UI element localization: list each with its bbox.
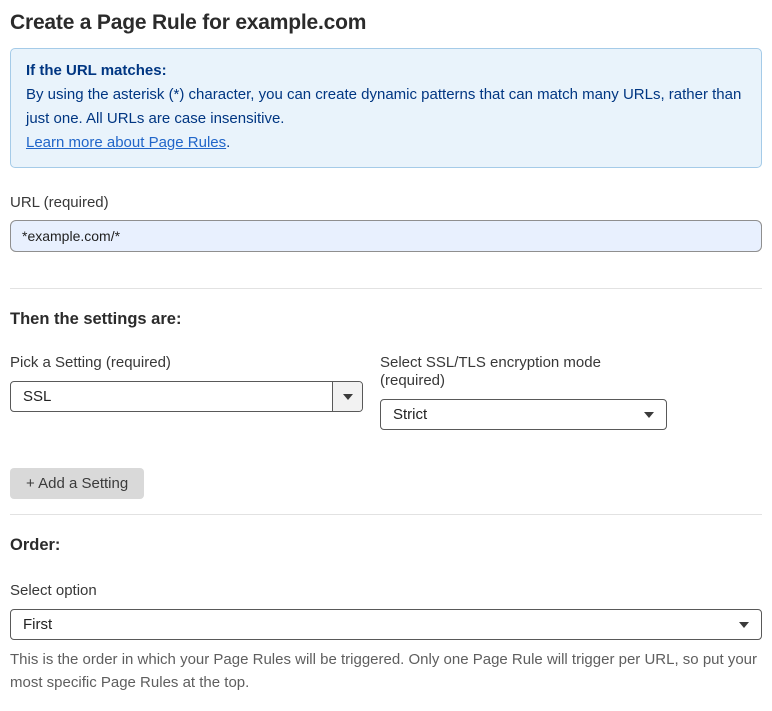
- create-page-rule-page: Create a Page Rule for example.com If th…: [0, 0, 772, 711]
- order-select-value: First: [23, 616, 53, 633]
- add-setting-button[interactable]: + Add a Setting: [10, 468, 145, 499]
- info-box-heading: If the URL matches:: [26, 62, 167, 79]
- order-arrow-area: [727, 610, 761, 639]
- setting-picker-label: Pick a Setting (required): [10, 354, 171, 371]
- setting-picker-column: Pick a Setting (required) SSL: [10, 354, 363, 430]
- ssl-mode-select[interactable]: Strict: [380, 399, 667, 430]
- setting-picker-arrow-box[interactable]: [332, 382, 362, 411]
- info-box-body: By using the asterisk (*) character, you…: [26, 86, 742, 127]
- info-box-link-line: Learn more about Page Rules.: [26, 131, 746, 155]
- setting-picker-select[interactable]: SSL: [10, 381, 363, 412]
- order-select-label: Select option: [10, 582, 97, 599]
- chevron-down-icon: [739, 621, 749, 628]
- url-matches-info-box: If the URL matches: By using the asteris…: [10, 48, 762, 168]
- url-field-label: URL (required): [10, 194, 109, 211]
- order-help-text: This is the order in which your Page Rul…: [10, 651, 758, 691]
- order-select[interactable]: First: [10, 609, 762, 640]
- settings-section-heading: Then the settings are:: [10, 310, 182, 328]
- page-title: Create a Page Rule for example.com: [10, 11, 367, 34]
- url-input[interactable]: [10, 220, 762, 252]
- learn-more-link[interactable]: Learn more about Page Rules: [26, 134, 226, 151]
- ssl-mode-arrow-area: [632, 400, 666, 429]
- order-section-heading: Order:: [10, 536, 61, 554]
- ssl-mode-value: Strict: [393, 406, 428, 423]
- chevron-down-icon: [342, 393, 353, 400]
- ssl-mode-column: Select SSL/TLS encryption mode (required…: [380, 354, 667, 430]
- setting-picker-value: SSL: [23, 388, 52, 405]
- ssl-mode-label: Select SSL/TLS encryption mode (required…: [380, 354, 601, 389]
- settings-row: Pick a Setting (required) SSL Select SSL…: [10, 354, 762, 430]
- link-suffix: .: [226, 134, 231, 151]
- chevron-down-icon: [644, 411, 654, 418]
